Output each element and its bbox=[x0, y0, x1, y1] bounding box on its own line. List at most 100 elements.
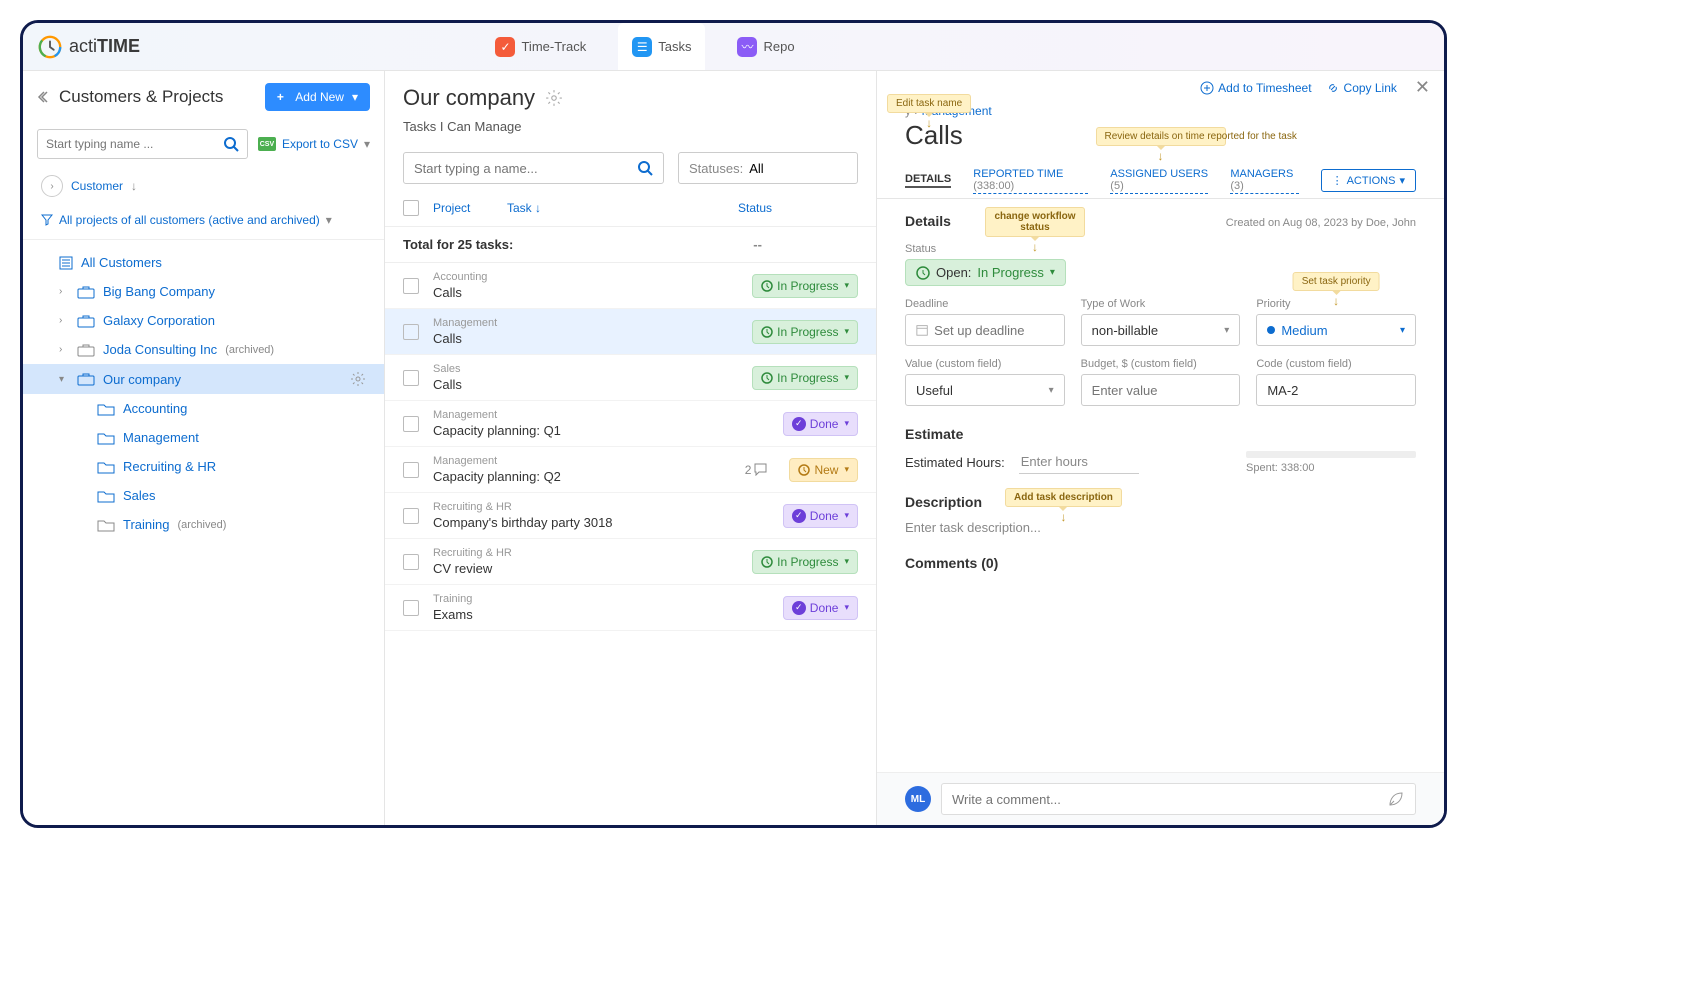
avatar: ML bbox=[905, 786, 931, 812]
task-row[interactable]: Recruiting & HRCompany's birthday party … bbox=[385, 493, 876, 539]
select-all-checkbox[interactable] bbox=[403, 200, 419, 216]
tree-accounting[interactable]: Accounting bbox=[23, 394, 384, 423]
tab-managers[interactable]: MANAGERS (3) bbox=[1230, 168, 1298, 194]
value-dropdown[interactable]: Useful▾ bbox=[905, 374, 1065, 406]
main-panel: Our company Tasks I Can Manage Statuses:… bbox=[385, 71, 876, 825]
gear-icon[interactable] bbox=[350, 371, 366, 387]
task-checkbox[interactable] bbox=[403, 278, 419, 294]
search-icon bbox=[223, 136, 239, 152]
list-icon bbox=[59, 256, 73, 270]
task-dept: Recruiting & HR bbox=[433, 547, 738, 559]
task-name: CV review bbox=[433, 561, 738, 576]
description-section-title: Description Add task description↓ bbox=[905, 494, 1416, 510]
sidebar-breadcrumb[interactable]: › Customer↓ bbox=[23, 165, 384, 207]
task-checkbox[interactable] bbox=[403, 600, 419, 616]
tree-recruiting[interactable]: Recruiting & HR bbox=[23, 452, 384, 481]
task-row[interactable]: ManagementCapacity planning: Q1✓Done▾ bbox=[385, 401, 876, 447]
tab-assigned-users[interactable]: ASSIGNED USERS (5) Assign users and mana… bbox=[1110, 168, 1208, 194]
task-checkbox[interactable] bbox=[403, 416, 419, 432]
tree-training[interactable]: Training (archived) bbox=[23, 510, 384, 539]
tab-reports[interactable]: 〰Repo bbox=[723, 23, 808, 70]
task-row[interactable]: Recruiting & HR CV review In Progress▾ bbox=[385, 539, 876, 585]
col-project[interactable]: Project bbox=[433, 201, 493, 215]
tree-galaxy[interactable]: › Galaxy Corporation bbox=[23, 306, 384, 335]
task-search[interactable] bbox=[403, 152, 664, 184]
type-of-work-dropdown[interactable]: non-billable▾ bbox=[1081, 314, 1241, 346]
sidebar-search[interactable] bbox=[37, 129, 248, 159]
status-badge[interactable]: In Progress▾ bbox=[752, 274, 858, 298]
task-row[interactable]: AccountingCallsIn Progress▾ bbox=[385, 263, 876, 309]
sidebar-search-input[interactable] bbox=[46, 137, 223, 151]
status-badge[interactable]: In Progress▾ bbox=[752, 320, 858, 344]
status-badge[interactable]: In Progress▾ bbox=[752, 550, 858, 574]
task-dept: Sales bbox=[433, 363, 738, 375]
close-panel-button[interactable]: ✕ bbox=[1415, 77, 1430, 98]
sidebar-filter[interactable]: All projects of all customers (active an… bbox=[23, 207, 384, 240]
est-hours-input[interactable]: Enter hours bbox=[1019, 450, 1139, 474]
field-priority: Priority Set task priority↓ Medium▾ bbox=[1256, 298, 1416, 346]
task-checkbox[interactable] bbox=[403, 324, 419, 340]
task-row[interactable]: ManagementCallsIn Progress▾ bbox=[385, 309, 876, 355]
tab-time-track[interactable]: ✓Time-Track bbox=[481, 23, 600, 70]
status-badge[interactable]: ✓Done▾ bbox=[783, 596, 858, 620]
actions-button[interactable]: ⋮ ACTIONS ▾ bbox=[1321, 169, 1416, 192]
status-badge[interactable]: In Progress▾ bbox=[752, 366, 858, 390]
col-task[interactable]: Task ↓ bbox=[507, 201, 724, 215]
task-row[interactable]: TrainingExams✓Done▾ bbox=[385, 585, 876, 631]
comment-input[interactable] bbox=[952, 792, 1387, 807]
tab-details[interactable]: DETAILS bbox=[905, 173, 951, 188]
spent-label: Spent: 338:00 bbox=[1246, 462, 1315, 474]
task-dept: Management bbox=[433, 317, 738, 329]
gear-icon[interactable] bbox=[545, 89, 563, 107]
status-badge[interactable]: New▾ bbox=[789, 458, 858, 482]
chart-icon: 〰 bbox=[737, 37, 757, 57]
send-icon[interactable] bbox=[1387, 790, 1405, 808]
budget-input[interactable] bbox=[1081, 374, 1241, 406]
task-dept: Recruiting & HR bbox=[433, 501, 769, 513]
tree-joda[interactable]: › Joda Consulting Inc (archived) bbox=[23, 335, 384, 364]
spent-progress-bar bbox=[1246, 451, 1416, 458]
code-input[interactable]: MA-2 bbox=[1256, 374, 1416, 406]
link-icon bbox=[1326, 81, 1340, 95]
tree-sales[interactable]: Sales bbox=[23, 481, 384, 510]
briefcase-icon bbox=[77, 372, 95, 386]
est-hours-label: Estimated Hours: bbox=[905, 455, 1005, 470]
tree-management[interactable]: Management bbox=[23, 423, 384, 452]
add-to-timesheet-button[interactable]: Add to Timesheet bbox=[1200, 81, 1311, 95]
priority-dropdown[interactable]: Medium▾ bbox=[1256, 314, 1416, 346]
created-by-text: Created on Aug 08, 2023 by Doe, John bbox=[1226, 217, 1416, 229]
status-badge[interactable]: ✓Done▾ bbox=[783, 504, 858, 528]
task-checkbox[interactable] bbox=[403, 508, 419, 524]
briefcase-icon bbox=[77, 314, 95, 328]
task-checkbox[interactable] bbox=[403, 462, 419, 478]
task-checkbox[interactable] bbox=[403, 554, 419, 570]
status-filter[interactable]: Statuses:All bbox=[678, 152, 858, 184]
folder-icon bbox=[97, 518, 115, 532]
copy-link-button[interactable]: Copy Link bbox=[1326, 81, 1397, 95]
col-status: Status bbox=[738, 201, 858, 215]
callout-change-status: change workflow status↓ bbox=[985, 207, 1085, 237]
description-input[interactable]: Enter task description... bbox=[905, 520, 1416, 535]
tab-reported-time[interactable]: REPORTED TIME (338:00) Review details on… bbox=[973, 168, 1088, 194]
add-new-button[interactable]: + Add New▾ bbox=[265, 83, 370, 111]
task-dept: Management bbox=[433, 455, 731, 467]
tree-our-company[interactable]: ▾ Our company bbox=[23, 364, 384, 394]
tree-big-bang[interactable]: › Big Bang Company bbox=[23, 277, 384, 306]
briefcase-icon bbox=[77, 285, 95, 299]
task-row[interactable]: SalesCallsIn Progress▾ bbox=[385, 355, 876, 401]
tab-tasks[interactable]: ☰Tasks bbox=[618, 23, 705, 70]
clock-icon bbox=[761, 326, 773, 338]
task-checkbox[interactable] bbox=[403, 370, 419, 386]
tree-all-customers[interactable]: All Customers bbox=[23, 248, 384, 277]
details-panel: Add to Timesheet Copy Link ✕ y › Managem… bbox=[876, 71, 1444, 825]
task-search-input[interactable] bbox=[414, 161, 637, 176]
clock-icon bbox=[761, 556, 773, 568]
estimate-section-title: Estimate bbox=[905, 426, 1416, 442]
status-dropdown[interactable]: Open: In Progress ▾ bbox=[905, 259, 1066, 286]
task-row[interactable]: ManagementCapacity planning: Q22New▾ bbox=[385, 447, 876, 493]
status-badge[interactable]: ✓Done▾ bbox=[783, 412, 858, 436]
comment-count[interactable]: 2 bbox=[745, 463, 768, 477]
deadline-input[interactable] bbox=[905, 314, 1065, 346]
comment-input-box[interactable] bbox=[941, 783, 1416, 815]
export-csv-button[interactable]: CSV Export to CSV▾ bbox=[258, 137, 370, 151]
